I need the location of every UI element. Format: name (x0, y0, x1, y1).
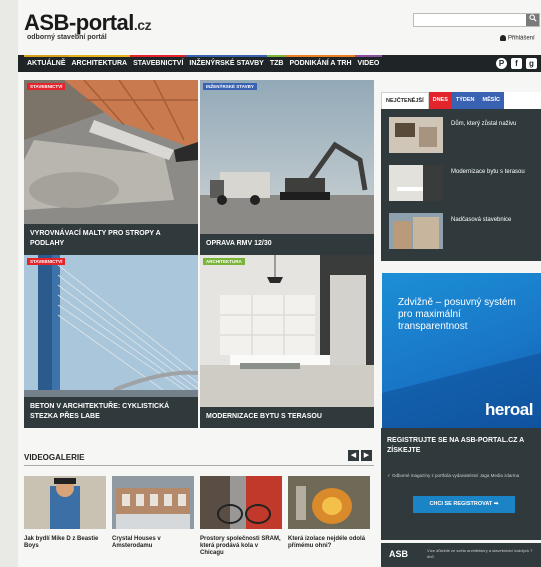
nav-item-3[interactable]: INŽENÝRSKÉ STAVBY (186, 55, 268, 72)
login-label: Přihlášení (508, 35, 535, 42)
article-tile-bridge[interactable]: STAVEBNICTVÍ BETON V ARCHITEKTUŘE: CYKLI… (24, 255, 198, 428)
pinterest-icon[interactable]: P (496, 58, 507, 69)
tab-most-read[interactable]: NEJČTENĚJŠÍ (381, 92, 429, 109)
tab-today[interactable]: DNES (428, 92, 452, 109)
article-title: VYROVNÁVACÍ MALTY PRO STROPY A PODLAHY (24, 224, 198, 255)
video-item[interactable]: Crystal Houses v Amsterodamu (112, 476, 194, 550)
divider (24, 465, 374, 466)
advertisement-banner[interactable]: Zdvižně – posuvný systém pro maximální t… (382, 273, 541, 428)
category-tag: INŽENÝRSKÉ STAVBY (203, 83, 257, 90)
nav-item-0[interactable]: AKTUÁLNĚ (24, 55, 69, 72)
article-title: BETON V ARCHITEKTUŘE: CYKLISTICKÁ STEZKA… (24, 397, 198, 428)
list-item[interactable]: Dům, který zůstal naživu (389, 117, 533, 153)
nav-item-2[interactable]: STAVEBNICTVÍ (130, 55, 187, 72)
prev-arrow-icon[interactable]: ◀ (348, 450, 359, 461)
site-logo[interactable]: ASB-portal.cz (24, 10, 152, 36)
logo-subtitle: odborný stavební portál (27, 34, 107, 41)
social-links: P f g (496, 58, 537, 69)
video-item[interactable]: Která izolace nejdéle odolá přímému ohni… (288, 476, 370, 550)
tab-month[interactable]: MĚSÍC (478, 92, 504, 109)
nav-item-5[interactable]: PODNIKÁNÍ A TRH (286, 55, 355, 72)
newsletter-logo: ASB (389, 549, 409, 559)
registration-description: ✓ Odborné magazíny z portfolia vydavatel… (387, 473, 520, 478)
video-item[interactable]: Prostory společnosti SRAM, která prodává… (200, 476, 282, 557)
tab-week[interactable]: TÝDEN (451, 92, 479, 109)
popular-tabs: NEJČTENĚJŠÍ DNES TÝDEN MĚSÍC (381, 92, 541, 109)
tile-image (200, 80, 374, 255)
video-thumbnail (288, 476, 370, 529)
logo-suffix: .cz (133, 17, 152, 33)
list-item[interactable]: Nadčasová stavebnice (389, 213, 533, 249)
facebook-icon[interactable]: f (511, 58, 522, 69)
video-thumbnail (200, 476, 282, 529)
search-box (413, 13, 540, 32)
nav-item-4[interactable]: TZB (266, 55, 287, 72)
video-caption: Prostory společnosti SRAM, která prodává… (200, 536, 281, 556)
video-caption: Která izolace nejdéle odolá přímému ohni… (288, 536, 366, 549)
login-link[interactable]: Přihlášení (500, 35, 535, 42)
register-button[interactable]: CHCI SE REGISTROVAT ➡ (413, 496, 515, 513)
list-item-title: Nadčasová stavebnice (451, 217, 512, 223)
videogallery-title: VIDEOGALERIE (24, 453, 85, 462)
article-tile-screed[interactable]: STAVEBNICTVÍ VYROVNÁVACÍ MALTY PRO STROP… (24, 80, 198, 255)
videogallery-nav: ◀ ▶ (348, 450, 372, 461)
registration-box: REGISTRUJTE SE NA ASB-PORTAL.CZ A ZÍSKEJ… (381, 428, 541, 540)
list-item[interactable]: Modernizace bytu s terasou (389, 165, 533, 201)
googleplus-icon[interactable]: g (526, 58, 537, 69)
newsletter-box[interactable]: ASB Více důležité ze světa architektury … (381, 543, 541, 567)
category-tag: STAVEBNICTVÍ (27, 83, 66, 90)
article-tile-road[interactable]: INŽENÝRSKÉ STAVBY OPRAVA RMV 12/30 (200, 80, 374, 255)
thumbnail (389, 165, 443, 201)
video-thumbnail (112, 476, 194, 529)
video-item[interactable]: Jak bydlí Mike D z Beastie Boys (24, 476, 106, 550)
article-title: MODERNIZACE BYTU S TERASOU (200, 407, 374, 428)
article-tile-interior[interactable]: ARCHITEKTURA MODERNIZACE BYTU S TERASOU (200, 255, 374, 428)
video-caption: Crystal Houses v Amsterodamu (112, 536, 161, 549)
ad-brand-logo: heroal (484, 400, 534, 419)
main-nav: AKTUÁLNĚ ARCHITEKTURA STAVEBNICTVÍ INŽENÝRS… (18, 55, 541, 72)
video-caption: Jak bydlí Mike D z Beastie Boys (24, 536, 99, 549)
list-item-title: Dům, který zůstal naživu (451, 121, 517, 127)
newsletter-text: Více důležité ze světa architektury a st… (427, 548, 533, 559)
search-input[interactable] (414, 19, 526, 32)
ad-text: Zdvižně – posuvný systém pro maximální t… (398, 297, 516, 332)
nav-item-1[interactable]: ARCHITEKTURA (68, 55, 131, 72)
thumbnail (389, 117, 443, 153)
category-tag: STAVEBNICTVÍ (27, 258, 66, 265)
thumbnail (389, 213, 443, 249)
logo-text: ASB-portal (24, 10, 134, 35)
next-arrow-icon[interactable]: ▶ (361, 450, 372, 461)
nav-item-6[interactable]: VIDEO (354, 55, 383, 72)
list-item-title: Modernizace bytu s terasou (451, 169, 525, 175)
search-icon[interactable] (526, 14, 539, 26)
video-thumbnail (24, 476, 106, 529)
site-header: ASB-portal.cz odborný stavební portál Př… (18, 0, 541, 52)
nav-items: AKTUÁLNĚ ARCHITEKTURA STAVEBNICTVÍ INŽENÝRS… (24, 55, 383, 72)
article-title: OPRAVA RMV 12/30 (200, 234, 374, 255)
registration-title: REGISTRUJTE SE NA ASB-PORTAL.CZ A ZÍSKEJ… (387, 437, 524, 454)
user-icon (500, 35, 506, 41)
page: ASB-portal.cz odborný stavební portál Př… (18, 0, 541, 567)
popular-list: Dům, který zůstal naživu Modernizace byt… (381, 109, 541, 261)
tile-image (200, 255, 374, 428)
category-tag: ARCHITEKTURA (203, 258, 245, 265)
